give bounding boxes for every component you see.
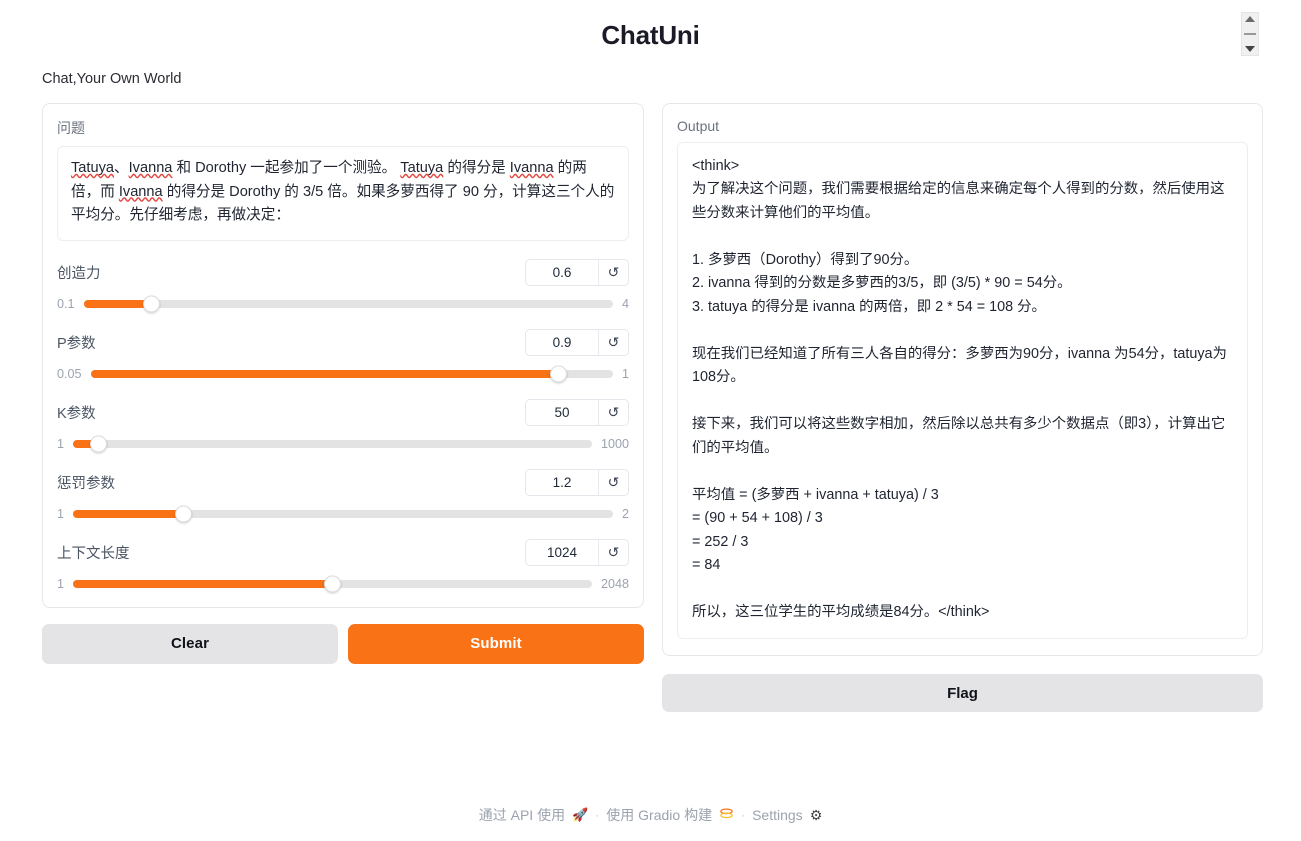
slider-label: 创造力 bbox=[57, 266, 101, 283]
main-columns: 问题 Tatuya、Ivanna 和 Dorothy 一起参加了一个测验。 Ta… bbox=[0, 87, 1301, 713]
slider-max-label: 2048 bbox=[600, 576, 629, 591]
slider-min-label: 0.05 bbox=[57, 366, 82, 381]
settings-link[interactable]: Settings bbox=[752, 807, 803, 823]
page-title: ChatUni bbox=[601, 20, 700, 50]
clear-button[interactable]: Clear bbox=[42, 623, 338, 664]
slider-header: K参数 50 ↺ bbox=[57, 399, 629, 427]
gear-icon[interactable]: ⚙ bbox=[810, 807, 823, 824]
flag-button-wrap: Flag bbox=[662, 674, 1263, 713]
input-column: 问题 Tatuya、Ivanna 和 Dorothy 一起参加了一个测验。 Ta… bbox=[42, 103, 644, 664]
slider-label: K参数 bbox=[57, 406, 96, 423]
gradio-logo-icon bbox=[719, 806, 734, 824]
slider-label: P参数 bbox=[57, 336, 96, 353]
slider-number-box[interactable]: 1024 ↺ bbox=[525, 539, 629, 567]
slider-fill bbox=[73, 579, 333, 588]
slider-min-label: 0.1 bbox=[57, 296, 75, 311]
reset-icon[interactable]: ↺ bbox=[598, 540, 628, 566]
app-root: ChatUni Chat,Your Own World 问题 Tatuya、Iv… bbox=[0, 0, 1301, 841]
slider-knob[interactable] bbox=[549, 365, 567, 383]
triangle-down-icon[interactable] bbox=[1245, 46, 1255, 52]
slider-k-param: K参数 50 ↺ 1 1000 bbox=[57, 399, 629, 453]
slider-track[interactable] bbox=[90, 365, 613, 383]
slider-track[interactable] bbox=[73, 575, 592, 593]
reset-icon[interactable]: ↺ bbox=[598, 470, 628, 496]
slider-number-box[interactable]: 0.9 ↺ bbox=[525, 329, 629, 357]
slider-max-label: 2 bbox=[621, 506, 629, 521]
slider-row: 0.1 4 bbox=[57, 295, 629, 313]
slider-value-input[interactable]: 1024 bbox=[526, 540, 598, 566]
question-label: 问题 bbox=[57, 120, 85, 136]
slider-value-input[interactable]: 0.6 bbox=[526, 260, 598, 286]
slider-knob[interactable] bbox=[142, 295, 160, 313]
slider-fill bbox=[83, 299, 152, 308]
slider-value-input[interactable]: 0.9 bbox=[526, 330, 598, 356]
output-label: Output bbox=[677, 118, 720, 134]
slider-p-param: P参数 0.9 ↺ 0.05 1 bbox=[57, 329, 629, 383]
reset-icon[interactable]: ↺ bbox=[598, 330, 628, 356]
slider-header: 上下文长度 1024 ↺ bbox=[57, 539, 629, 567]
reset-icon[interactable]: ↺ bbox=[598, 260, 628, 286]
slider-header: 创造力 0.6 ↺ bbox=[57, 259, 629, 287]
slider-max-label: 1 bbox=[621, 366, 629, 381]
slider-row: 0.05 1 bbox=[57, 365, 629, 383]
slider-min-label: 1 bbox=[57, 436, 65, 451]
page-subtitle: Chat,Your Own World bbox=[42, 71, 182, 87]
slider-number-box[interactable]: 0.6 ↺ bbox=[525, 259, 629, 287]
stepper-divider bbox=[1244, 33, 1256, 35]
slider-track[interactable] bbox=[73, 505, 613, 523]
footer-separator-2: · bbox=[741, 808, 746, 822]
slider-track[interactable] bbox=[73, 435, 592, 453]
question-input[interactable]: Tatuya、Ivanna 和 Dorothy 一起参加了一个测验。 Tatuy… bbox=[57, 146, 629, 241]
slider-knob[interactable] bbox=[89, 435, 107, 453]
triangle-up-icon[interactable] bbox=[1245, 16, 1255, 22]
slider-label: 上下文长度 bbox=[57, 546, 130, 563]
slider-row: 1 2048 bbox=[57, 575, 629, 593]
slider-number-box[interactable]: 50 ↺ bbox=[525, 399, 629, 427]
output-text: <think> 为了解决这个问题，我们需要根据给定的信息来确定每个人得到的分数，… bbox=[677, 142, 1248, 640]
slider-track[interactable] bbox=[83, 295, 613, 313]
slider-fill bbox=[90, 369, 559, 378]
slider-max-label: 4 bbox=[621, 296, 629, 311]
slider-min-label: 1 bbox=[57, 506, 65, 521]
slider-creativity: 创造力 0.6 ↺ 0.1 4 bbox=[57, 259, 629, 313]
submit-button[interactable]: Submit bbox=[348, 623, 644, 664]
slider-row: 1 2 bbox=[57, 505, 629, 523]
slider-value-input[interactable]: 50 bbox=[526, 400, 598, 426]
reset-icon[interactable]: ↺ bbox=[598, 400, 628, 426]
slider-knob[interactable] bbox=[323, 575, 341, 593]
slider-row: 1 1000 bbox=[57, 435, 629, 453]
output-column: Output <think> 为了解决这个问题，我们需要根据给定的信息来确定每个… bbox=[662, 103, 1263, 713]
slider-knob[interactable] bbox=[175, 505, 193, 523]
footer: 通过 API 使用 🚀 · 使用 Gradio 构建 · Settings ⚙ bbox=[0, 805, 1301, 825]
footer-separator: · bbox=[595, 808, 600, 822]
slider-label: 惩罚参数 bbox=[57, 476, 115, 493]
slider-max-label: 1000 bbox=[600, 436, 629, 451]
slider-header: 惩罚参数 1.2 ↺ bbox=[57, 469, 629, 497]
slider-header: P参数 0.9 ↺ bbox=[57, 329, 629, 357]
slider-min-label: 1 bbox=[57, 576, 65, 591]
input-panel: 问题 Tatuya、Ivanna 和 Dorothy 一起参加了一个测验。 Ta… bbox=[42, 103, 644, 608]
slider-fill bbox=[73, 509, 184, 518]
action-buttons: Clear Submit bbox=[42, 623, 644, 664]
slider-context-length: 上下文长度 1024 ↺ 1 2048 bbox=[57, 539, 629, 593]
output-panel: Output <think> 为了解决这个问题，我们需要根据给定的信息来确定每个… bbox=[662, 103, 1263, 657]
slider-value-input[interactable]: 1.2 bbox=[526, 470, 598, 496]
rocket-icon: 🚀 bbox=[572, 807, 589, 822]
scroll-stepper[interactable] bbox=[1241, 12, 1259, 56]
slider-number-box[interactable]: 1.2 ↺ bbox=[525, 469, 629, 497]
use-via-api-link[interactable]: 通过 API 使用 bbox=[479, 805, 565, 825]
built-with-gradio-link[interactable]: 使用 Gradio 构建 bbox=[606, 805, 712, 825]
flag-button[interactable]: Flag bbox=[662, 674, 1263, 713]
slider-penalty-param: 惩罚参数 1.2 ↺ 1 2 bbox=[57, 469, 629, 523]
